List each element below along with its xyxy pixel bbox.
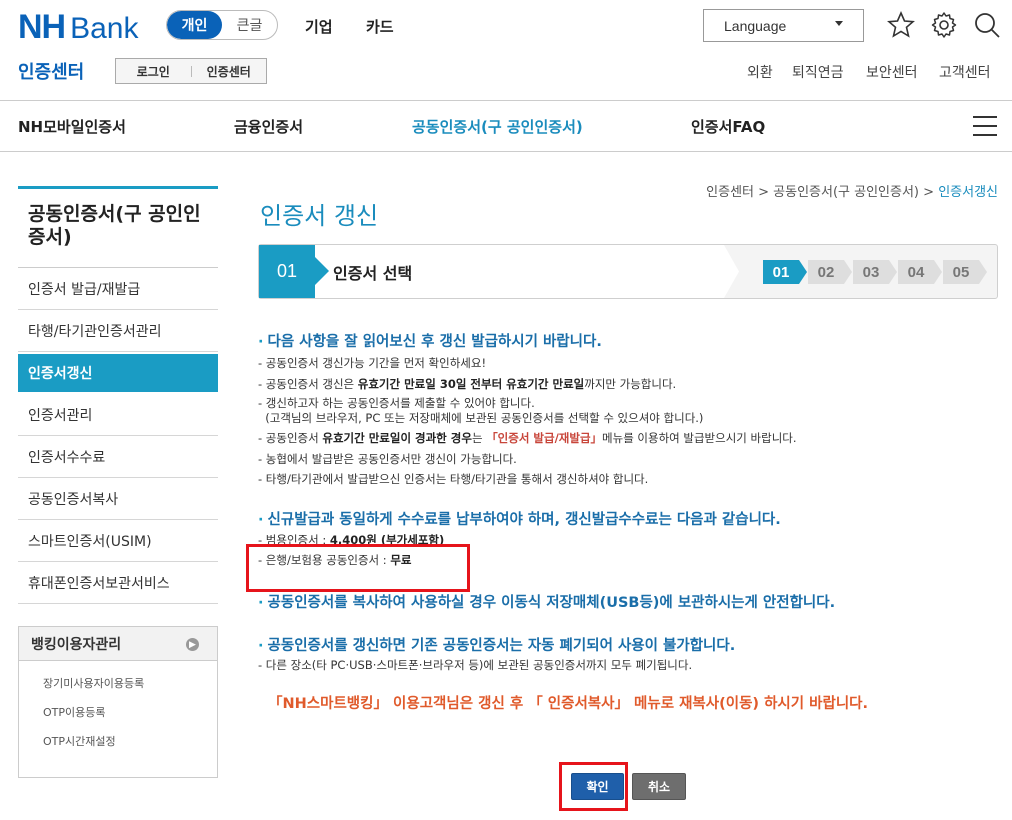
revoke-heading: · 공동인증서를 갱신하면 기존 공동인증서는 자동 폐기되어 사용이 불가합니다… <box>258 637 736 654</box>
section-breadcrumb-box: 로그인 인증센터 <box>115 58 267 84</box>
fee-highlight-box <box>246 544 470 592</box>
nav-corporate[interactable]: 기업 <box>305 16 333 37</box>
star-icon[interactable] <box>886 10 916 40</box>
banking-user-box: 뱅킹이용자관리 ▶ 장기미사용자이용등록 OTP이용등록 OTP시간재설정 <box>18 626 218 778</box>
breadcrumb: 인증센터 > 공동인증서(구 공인인증서) > 인증서갱신 <box>706 185 998 200</box>
logo-nh: NH <box>18 8 66 46</box>
sidebar-item-copy[interactable]: 공동인증서복사 <box>18 478 218 520</box>
language-label: Language <box>724 17 787 34</box>
gnb-financial-cert[interactable]: 금융인증서 <box>234 116 303 137</box>
gear-icon[interactable] <box>929 10 959 40</box>
divider <box>0 100 1012 101</box>
divider <box>0 151 1012 152</box>
step-indicator: 05 <box>943 260 987 284</box>
sidebar-item-other-bank[interactable]: 타행/타기관인증서관리 <box>18 310 218 352</box>
util-link-support[interactable]: 고객센터 <box>939 62 991 82</box>
current-step-label: 인증서 선택 <box>259 245 739 298</box>
notice-line: (고객님의 브라우저, PC 또는 저장매체에 보관된 공동인증서를 선택할 수… <box>258 411 704 425</box>
search-icon[interactable] <box>972 10 1002 40</box>
cancel-button[interactable]: 취소 <box>632 773 686 800</box>
sidebar-item-fee[interactable]: 인증서수수료 <box>18 436 218 478</box>
top-header: NH Bank 개인 큰글 기업 카드 Language 인증센터 로그인 인증… <box>0 0 1012 100</box>
view-mode-toggle: 개인 큰글 <box>166 10 278 40</box>
sidebar-title: 공동인증서(구 공인인증서) <box>18 189 218 268</box>
notice-line: - 타행/타기관에서 발급받으신 인증서는 타행/타기관을 통해서 갱신하셔야 … <box>258 472 649 486</box>
banking-user-title: 뱅킹이용자관리 <box>31 636 122 653</box>
chevron-down-icon <box>835 21 843 26</box>
notice-heading: · 다음 사항을 잘 읽어보신 후 갱신 발급하시기 바랍니다. <box>258 334 602 350</box>
notice-content: · 다음 사항을 잘 읽어보신 후 갱신 발급하시기 바랍니다. - 공동인증서 … <box>258 330 1003 713</box>
notice-line: - 공동인증서 갱신은 유효기간 만료일 30일 전부터 유효기간 만료일까지만… <box>258 376 677 391</box>
notice-line: - 다른 장소(타 PC·USB·스마트폰·브라우저 등)에 보관된 공동인증서… <box>258 657 693 672</box>
gnb-mobile-cert[interactable]: NH모바일인증서 <box>18 116 126 137</box>
confirm-button[interactable]: 확인 <box>571 773 624 800</box>
menu-icon[interactable] <box>973 116 997 136</box>
util-link-pension[interactable]: 퇴직연금 <box>792 62 844 82</box>
step-indicators: 01 02 03 04 05 <box>763 260 988 284</box>
util-link-fx[interactable]: 외환 <box>747 62 773 82</box>
sidebar-item-phone-storage[interactable]: 휴대폰인증서보관서비스 <box>18 562 218 604</box>
step-indicator: 01 <box>763 260 807 284</box>
language-select[interactable]: Language <box>703 9 864 42</box>
breadcrumb-current: 인증서갱신 <box>938 185 998 200</box>
fee-heading: · 신규발급과 동일하게 수수료를 납부하여야 하며, 갱신발급수수료는 다음과 … <box>258 511 781 528</box>
notice-line: - 농협에서 발급받은 공동인증서만 갱신이 가능합니다. <box>258 451 517 466</box>
link-otp-register[interactable]: OTP이용등록 <box>19 704 217 720</box>
step-indicator: 03 <box>853 260 897 284</box>
smartbanking-warning: 「NH스마트뱅킹」 이용고객님은 갱신 후 「 인증서복사」 메뉴로 재복사(이… <box>268 696 869 712</box>
arrow-right-icon: ▶ <box>186 638 199 651</box>
left-sidebar: 공동인증서(구 공인인증서) 인증서 발급/재발급 타행/타기관인증서관리 인증… <box>18 186 218 604</box>
banking-user-header[interactable]: 뱅킹이용자관리 ▶ <box>19 627 217 661</box>
sidebar-item-usim[interactable]: 스마트인증서(USIM) <box>18 520 218 562</box>
breadcrumb-item[interactable]: 인증센터 <box>706 185 754 200</box>
step-indicator: 04 <box>898 260 942 284</box>
sidebar-item-issue[interactable]: 인증서 발급/재발급 <box>18 268 218 310</box>
notice-line: - 갱신하고자 하는 공동인증서를 제출할 수 있어야 합니다. <box>258 396 535 410</box>
page-title: 인증서 갱신 <box>260 202 379 230</box>
personal-tab[interactable]: 개인 <box>167 11 222 39</box>
cert-center-link[interactable]: 인증센터 <box>192 63 267 80</box>
sidebar-item-renew[interactable]: 인증서갱신 <box>18 354 218 392</box>
step-indicator: 02 <box>808 260 852 284</box>
logo-bank: Bank <box>70 12 139 45</box>
gnb-joint-cert[interactable]: 공동인증서(구 공인인증서) <box>412 116 583 137</box>
gnb-cert-faq[interactable]: 인증서FAQ <box>691 116 765 137</box>
notice-line: - 공동인증서 갱신가능 기간을 먼저 확인하세요! <box>258 356 487 370</box>
step-progress-bar: 01 인증서 선택 01 02 03 04 05 <box>258 244 998 299</box>
link-otp-time-reset[interactable]: OTP시간재설정 <box>19 733 217 749</box>
storage-heading: · 공동인증서를 복사하여 사용하실 경우 이동식 저장매체(USB등)에 보관하… <box>258 594 836 611</box>
section-title[interactable]: 인증센터 <box>18 58 84 84</box>
notice-line: - 공동인증서 유효기간 만료일이 경과한 경우는 「인증서 발급/재발급」메뉴… <box>258 431 797 445</box>
nh-bank-logo[interactable]: NH Bank <box>18 8 139 47</box>
link-dormant-register[interactable]: 장기미사용자이용등록 <box>19 675 217 691</box>
util-link-security[interactable]: 보안센터 <box>866 62 918 82</box>
current-step-number: 01 <box>259 245 329 298</box>
sidebar-item-manage[interactable]: 인증서관리 <box>18 394 218 436</box>
login-link[interactable]: 로그인 <box>116 63 191 80</box>
breadcrumb-item[interactable]: 공동인증서(구 공인인증서) <box>773 185 919 200</box>
large-text-tab[interactable]: 큰글 <box>222 11 277 39</box>
nav-card[interactable]: 카드 <box>366 16 394 37</box>
